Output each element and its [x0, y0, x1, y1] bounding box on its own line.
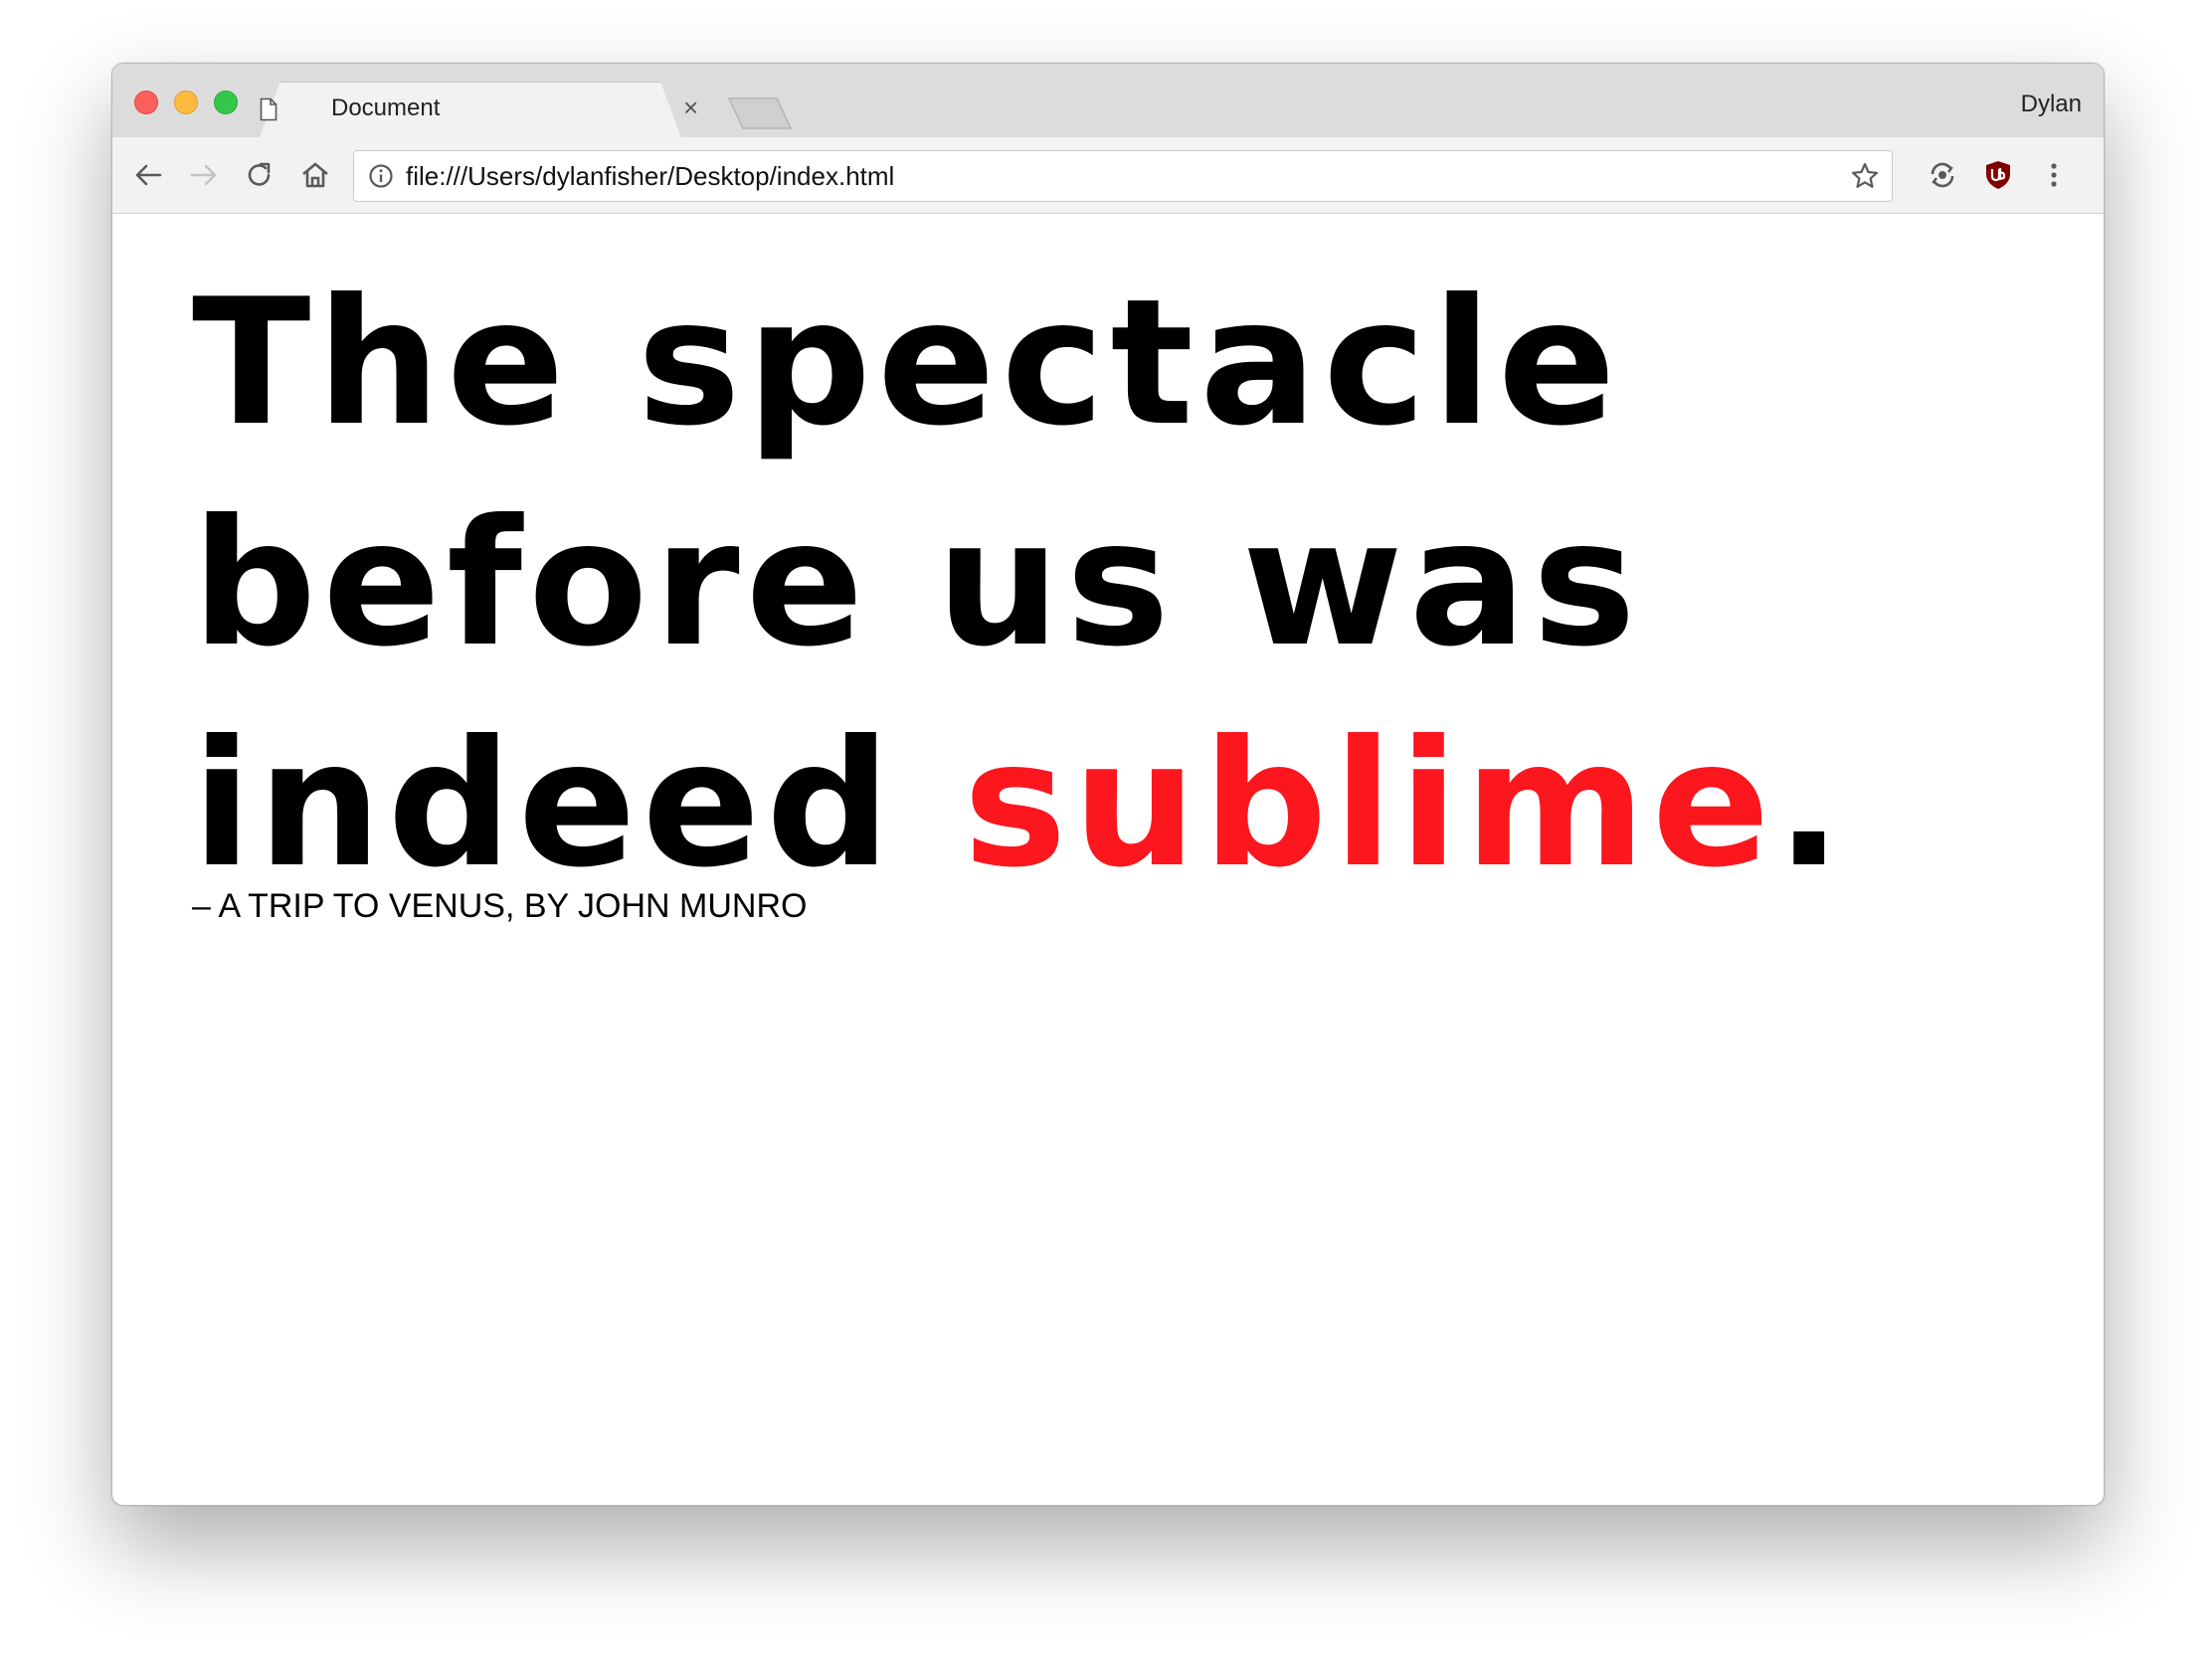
reload-icon[interactable]	[242, 157, 277, 193]
back-icon[interactable]	[130, 157, 166, 193]
page-content: The spectacle before us was indeed subli…	[112, 214, 2104, 1505]
browser-window: Document × Dylan file:///Users/dylanfish…	[111, 63, 2105, 1506]
toolbar: file:///Users/dylanfisher/Desktop/index.…	[112, 137, 2104, 214]
minimize-window-button[interactable]	[174, 91, 198, 114]
new-tab-button[interactable]	[727, 96, 793, 130]
zoom-window-button[interactable]	[214, 91, 238, 114]
sync-extension-icon[interactable]	[1925, 157, 1960, 193]
menu-icon[interactable]	[2036, 157, 2072, 193]
ublock-shield-icon[interactable]	[1980, 157, 2016, 193]
close-window-button[interactable]	[134, 91, 158, 114]
tab-strip: Document × Dylan	[112, 64, 2104, 137]
home-icon[interactable]	[297, 157, 333, 193]
quote-period: .	[1775, 704, 1848, 906]
address-bar[interactable]: file:///Users/dylanfisher/Desktop/index.…	[353, 150, 1893, 202]
tab-document[interactable]	[259, 82, 682, 140]
info-icon[interactable]	[368, 163, 394, 189]
quote-heading: The spectacle before us was indeed subli…	[192, 254, 2042, 916]
forward-icon[interactable]	[186, 157, 222, 193]
url-text[interactable]: file:///Users/dylanfisher/Desktop/index.…	[406, 161, 894, 191]
profile-name[interactable]: Dylan	[2021, 90, 2082, 119]
quote-highlight: sublime	[963, 704, 1776, 906]
tab-close-icon[interactable]: ×	[683, 94, 698, 120]
star-icon[interactable]	[1850, 161, 1880, 191]
quote-attribution: – A TRIP TO VENUS, BY JOHN MUNRO	[192, 887, 808, 925]
page-icon	[260, 97, 277, 121]
tab-title: Document	[331, 94, 441, 121]
